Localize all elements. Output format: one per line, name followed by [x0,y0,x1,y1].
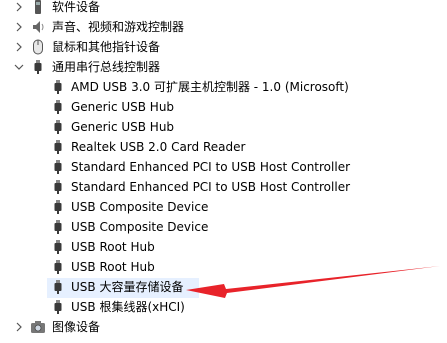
camera-icon [30,319,46,335]
usb-plug-icon [50,219,66,235]
category-label[interactable]: 通用串行总线控制器 [52,57,160,77]
usb-plug-icon [50,199,66,215]
usb-plug-icon [50,179,66,195]
usb-device-item[interactable]: USB Root Hub [71,237,155,257]
category-label[interactable]: 图像设备 [52,317,100,337]
usb-device-item[interactable]: Standard Enhanced PCI to USB Host Contro… [71,157,350,177]
usb-device-item[interactable]: USB Root Hub [71,257,155,277]
usb-plug-icon [50,119,66,135]
category-label[interactable]: 鼠标和其他指针设备 [52,37,160,57]
usb-plug-icon [50,259,66,275]
device-manager-tree: 软件设备 声音、视频和游戏控制器 鼠标和其他指针设备 通用串行总线控制器 AMD… [0,0,447,343]
mouse-icon [30,39,46,55]
usb-device-item[interactable]: USB Composite Device [71,197,208,217]
chevron-right-icon[interactable] [12,37,26,57]
usb-device-item[interactable]: USB 根集线器(xHCI) [71,297,185,317]
usb-device-item[interactable]: Standard Enhanced PCI to USB Host Contro… [71,177,350,197]
usb-device-item[interactable]: AMD USB 3.0 可扩展主机控制器 - 1.0 (Microsoft) [71,77,349,97]
usb-plug-icon [50,159,66,175]
usb-device-item[interactable]: USB 大容量存储设备 [71,277,183,297]
usb-plug-icon [50,99,66,115]
chevron-right-icon[interactable] [12,17,26,37]
category-label[interactable]: 软件设备 [52,0,100,17]
category-label[interactable]: 声音、视频和游戏控制器 [52,17,184,37]
usb-plug-icon [50,139,66,155]
chevron-down-icon[interactable] [12,57,26,77]
chevron-right-icon[interactable] [12,0,26,17]
usb-plug-icon [50,239,66,255]
usb-plug-icon [50,299,66,315]
speaker-icon [30,19,46,35]
usb-plug-icon [50,79,66,95]
software-device-icon [30,0,46,15]
usb-device-item[interactable]: USB Composite Device [71,217,208,237]
usb-device-item[interactable]: Generic USB Hub [71,97,174,117]
chevron-right-icon[interactable] [12,317,26,337]
usb-icon [30,59,46,75]
usb-device-item[interactable]: Generic USB Hub [71,117,174,137]
usb-plug-icon [50,279,66,295]
usb-device-item[interactable]: Realtek USB 2.0 Card Reader [71,137,245,157]
